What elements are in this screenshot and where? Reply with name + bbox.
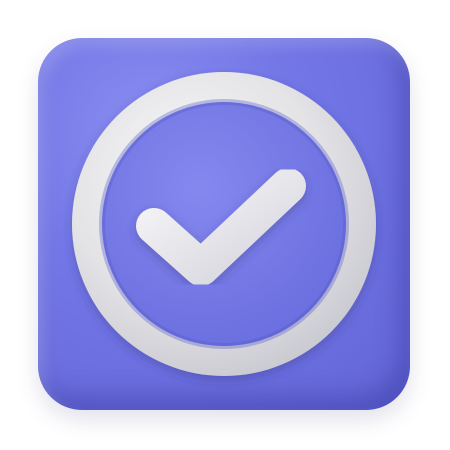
app-icon[interactable]: [0, 0, 450, 450]
check-circle-icon: [0, 0, 450, 450]
